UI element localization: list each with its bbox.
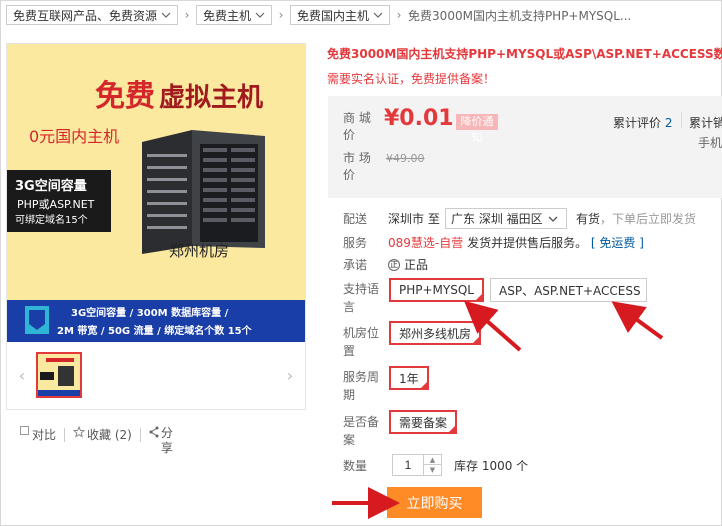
mobile-purchase[interactable]: 手机: [698, 134, 722, 151]
image-badge-line1: PHP或ASP.NET: [17, 198, 95, 211]
period-label: 服务周 期: [343, 370, 380, 402]
divider: [64, 428, 66, 442]
image-banner-line2: 2M 带宽 / 50G 流量 / 绑定域名个数 15个: [57, 324, 253, 337]
chevron-down-icon: [373, 12, 383, 18]
buy-now-button[interactable]: 立即购买: [387, 487, 482, 518]
chevron-left-icon[interactable]: ‹: [15, 366, 29, 386]
option-zhengzhou-room[interactable]: 郑州多线机房: [389, 321, 482, 345]
price-drop-notice-button[interactable]: 降价通知: [456, 114, 498, 144]
share-icon: [149, 426, 159, 438]
promise-label: 承诺: [343, 258, 368, 272]
language-label: 支持语 言: [343, 282, 380, 314]
image-headline-red: 免费: [95, 79, 155, 114]
decrement-icon[interactable]: ▼: [424, 465, 441, 475]
delivery-label: 配送: [343, 212, 368, 226]
option-filing-required[interactable]: 需要备案: [389, 410, 458, 434]
price-panel: 商 城 价 ¥0.01 降价通知 市 场 价 ¥49.00 累计评价 2 累计销…: [328, 96, 722, 198]
product-notice: 需要实名认证，免费提供备案！: [327, 72, 496, 86]
filing-label: 是否备 案: [343, 415, 380, 447]
chevron-down-icon: [161, 12, 171, 18]
image-headline: 虚拟主机: [159, 83, 263, 113]
chevron-down-icon: [548, 216, 558, 222]
quantity-stepper[interactable]: ▲ ▼: [424, 454, 442, 476]
image-badge-title: 3G空间容量: [15, 178, 87, 194]
image-badge-line2: 可绑定域名15个: [15, 213, 88, 226]
delivery-origin: 深圳市 至: [388, 212, 440, 226]
breadcrumb-separator: ›: [278, 8, 284, 22]
stock-status: 有货，下单后立即发货: [576, 212, 697, 226]
sales-count: 累计销: [689, 116, 722, 130]
thumbnail-row: ‹ ›: [7, 344, 305, 409]
checkbox-icon: [20, 426, 29, 435]
divider: [681, 112, 682, 128]
genuine-icon: 正: [388, 258, 400, 271]
price-label: 商 城 价: [343, 111, 371, 142]
breadcrumb-item-domestic-host[interactable]: 免费国内主机: [290, 5, 391, 25]
product-gallery: 免费 虚拟主机 0元国内主机 3G空间容量 PHP或ASP.NET 可绑定域名1…: [6, 43, 306, 410]
star-icon: [73, 426, 86, 438]
market-price-label: 市 场 价: [343, 151, 371, 182]
quantity-label: 数量: [343, 459, 368, 473]
image-location: 郑州机房: [169, 242, 229, 260]
service-info: 089慧选-自营 发货并提供售后服务。 [ 免运费 ]: [388, 236, 644, 250]
share-button[interactable]: 分 享: [149, 426, 173, 456]
breadcrumb-separator: ›: [184, 8, 190, 22]
quantity-input[interactable]: [392, 454, 424, 476]
review-count[interactable]: 累计评价 2: [613, 114, 672, 131]
image-subheadline: 0元国内主机: [29, 127, 119, 146]
breadcrumb-item-free-host[interactable]: 免费主机: [196, 5, 273, 25]
chevron-down-icon: [255, 12, 265, 18]
promise-info: 正 正品: [388, 258, 429, 272]
datacenter-label: 机房位 置: [343, 326, 380, 358]
option-php-mysql[interactable]: PHP+MYSQL: [389, 278, 484, 302]
increment-icon[interactable]: ▲: [424, 455, 441, 465]
service-label: 服务: [343, 236, 368, 250]
breadcrumb-item-free-resources[interactable]: 免费互联网产品、免费资源: [6, 5, 179, 25]
product-main-image[interactable]: 免费 虚拟主机 0元国内主机 3G空间容量 PHP或ASP.NET 可绑定域名1…: [7, 44, 305, 342]
compare-toggle[interactable]: 对比: [20, 426, 56, 443]
option-asp-access[interactable]: ASP、ASP.NET+ACCESS: [490, 278, 647, 302]
divider: [139, 428, 141, 442]
seller-link[interactable]: 089慧选-自营: [388, 236, 463, 250]
delivery-region-select[interactable]: 广东 深圳 福田区: [445, 208, 567, 229]
market-price: ¥49.00: [386, 152, 425, 165]
thumbnail-image[interactable]: [36, 352, 82, 398]
chevron-right-icon[interactable]: ›: [283, 366, 297, 386]
server-rack-illustration: [142, 130, 265, 254]
product-title: 免费3000M国内主机支持PHP+MYSQL或ASP\ASP.NET+ACCES…: [327, 47, 722, 61]
breadcrumb-separator: ›: [396, 8, 402, 22]
image-banner-line1: 3G空间容量 / 300M 数据库容量 /: [71, 306, 229, 319]
freight-link[interactable]: [ 免运费 ]: [591, 236, 644, 250]
inventory-count: 库存 1000 个: [454, 459, 529, 473]
share-row: 对比 收藏 (2) 分 享: [20, 426, 173, 456]
option-one-year[interactable]: 1年: [389, 366, 429, 390]
current-price: ¥0.01: [384, 106, 454, 131]
favorite-button[interactable]: 收藏 (2): [73, 426, 132, 443]
breadcrumb: 免费互联网产品、免费资源 › 免费主机 › 免费国内主机 › 免费3000M国内…: [6, 4, 631, 26]
breadcrumb-current: 免费3000M国内主机支持PHP+MYSQL...: [408, 8, 632, 23]
